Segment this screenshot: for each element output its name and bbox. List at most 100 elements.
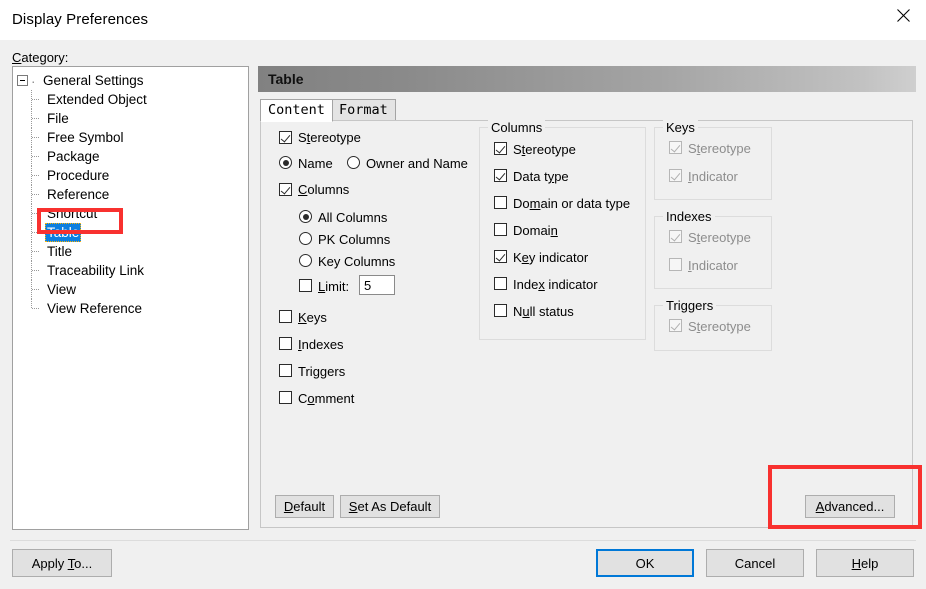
category-label: Category: — [12, 50, 68, 65]
label-columns-null-status: Null status — [513, 304, 574, 319]
sidebar-item-package[interactable]: Package — [13, 147, 248, 166]
checkbox-columns-domain-or-data-type[interactable] — [494, 196, 507, 209]
label-keys-indicator: Indicator — [688, 169, 738, 184]
ok-button[interactable]: OK — [596, 549, 694, 577]
sidebar-item-traceability-link[interactable]: Traceability Link — [13, 261, 248, 280]
section-header-title: Table — [268, 71, 304, 87]
checkbox-indexes-indicator — [669, 258, 682, 271]
triggers-groupbox: Triggers Stereotype — [654, 298, 772, 351]
label-columns-data-type: Data type — [513, 169, 569, 184]
checkbox-indexes[interactable] — [279, 337, 292, 350]
ok-button-label: OK — [635, 555, 655, 571]
sidebar-item-free-symbol[interactable]: Free Symbol — [13, 128, 248, 147]
set-as-default-button-label: Set As Default — [348, 499, 432, 514]
tree-connector — [31, 185, 45, 204]
columns-groupbox-title: Columns — [488, 120, 546, 135]
close-icon-glyph — [896, 9, 910, 22]
label-indexes: Indexes — [298, 337, 344, 352]
checkbox-limit[interactable] — [299, 279, 312, 292]
section-header: Table — [258, 66, 916, 92]
label-owner-and-name: Owner and Name — [366, 156, 468, 171]
sidebar-item-label: Free Symbol — [47, 130, 124, 145]
category-tree[interactable]: · General Settings Extended Object File Free… — [12, 66, 249, 530]
label-triggers-stereotype: Stereotype — [688, 319, 751, 334]
checkbox-keys-indicator — [669, 169, 682, 182]
sidebar-item-view-reference[interactable]: View Reference — [13, 299, 248, 318]
tree-connector — [31, 280, 45, 299]
advanced-button[interactable]: Advanced... — [805, 495, 895, 518]
tree-connector — [31, 242, 45, 261]
checkbox-columns-null-status[interactable] — [494, 304, 507, 317]
checkbox-comment[interactable] — [279, 391, 292, 404]
checkbox-indexes-stereotype — [669, 230, 682, 243]
checkbox-columns-key-indicator[interactable] — [494, 250, 507, 263]
sidebar-item-label: Procedure — [47, 168, 110, 183]
tree-connector — [31, 261, 45, 280]
label-name: Name — [298, 156, 333, 171]
sidebar-item-table[interactable]: Table — [13, 223, 248, 242]
radio-key-columns[interactable] — [299, 254, 312, 267]
label-indexes-stereotype: Stereotype — [688, 230, 751, 245]
sidebar-item-general-settings[interactable]: · General Settings — [13, 71, 248, 90]
apply-to-button[interactable]: Apply To... — [12, 549, 112, 577]
tab-panel-content: Stereotype Name Owner and Name Columns A… — [260, 120, 913, 528]
tree-connector — [31, 204, 45, 223]
sidebar-item-label: Shortcut — [47, 206, 98, 221]
radio-name[interactable] — [279, 156, 292, 169]
label-pk-columns: PK Columns — [318, 232, 391, 247]
checkbox-columns[interactable] — [279, 183, 292, 196]
default-button[interactable]: Default — [275, 495, 334, 518]
sidebar-item-file[interactable]: File — [13, 109, 248, 128]
label-keys: Keys — [298, 310, 327, 325]
limit-input[interactable] — [359, 275, 395, 295]
window-titlebar: Display Preferences — [0, 0, 926, 41]
sidebar-item-title[interactable]: Title — [13, 242, 248, 261]
tree-connector — [31, 166, 45, 185]
radio-all-columns[interactable] — [299, 210, 312, 223]
close-icon[interactable] — [880, 0, 926, 31]
sidebar-item-label: Extended Object — [47, 92, 147, 107]
label-columns-index-indicator: Index indicator — [513, 277, 598, 292]
label-keys-stereotype: Stereotype — [688, 141, 751, 156]
sidebar-item-label: Table — [45, 223, 82, 242]
tab-format[interactable]: Format — [331, 99, 396, 121]
columns-groupbox: Columns Stereotype Data type Domain or dat… — [479, 120, 646, 340]
tree-connector — [31, 223, 45, 242]
tree-connector: · — [31, 73, 36, 89]
checkbox-keys[interactable] — [279, 310, 292, 323]
sidebar-item-procedure[interactable]: Procedure — [13, 166, 248, 185]
checkbox-columns-domain[interactable] — [494, 223, 507, 236]
dialog-body: Category: · General Settings Extended Obje… — [0, 40, 926, 540]
radio-owner-and-name[interactable] — [347, 156, 360, 169]
label-columns: Columns — [298, 182, 350, 197]
checkbox-columns-index-indicator[interactable] — [494, 277, 507, 290]
sidebar-item-shortcut[interactable]: Shortcut — [13, 204, 248, 223]
checkbox-triggers[interactable] — [279, 364, 292, 377]
checkbox-columns-data-type[interactable] — [494, 169, 507, 182]
tree-connector — [31, 299, 45, 318]
sidebar-item-view[interactable]: View — [13, 280, 248, 299]
label-stereotype: Stereotype — [298, 130, 361, 145]
label-comment: Comment — [298, 391, 355, 406]
help-button-label: Help — [851, 555, 879, 571]
sidebar-item-label: View — [47, 282, 77, 297]
sidebar-item-extended-object[interactable]: Extended Object — [13, 90, 248, 109]
label-key-columns: Key Columns — [318, 254, 396, 269]
indexes-groupbox-title: Indexes — [663, 209, 715, 224]
content-area: Table Content Format Stereotype Name Own… — [258, 66, 916, 528]
tab-content[interactable]: Content — [260, 99, 333, 122]
help-button[interactable]: Help — [816, 549, 914, 577]
set-as-default-button[interactable]: Set As Default — [340, 495, 440, 518]
advanced-button-label: Advanced... — [815, 499, 885, 514]
sidebar-item-reference[interactable]: Reference — [13, 185, 248, 204]
indexes-groupbox: Indexes Stereotype Indicator — [654, 209, 772, 289]
cancel-button[interactable]: Cancel — [706, 549, 804, 577]
checkbox-columns-stereotype[interactable] — [494, 142, 507, 155]
sidebar-item-label: Reference — [47, 187, 110, 202]
triggers-groupbox-title: Triggers — [663, 298, 717, 313]
label-columns-stereotype: Stereotype — [513, 142, 576, 157]
tree-collapse-icon[interactable] — [17, 74, 28, 86]
checkbox-stereotype[interactable] — [279, 131, 292, 144]
radio-pk-columns[interactable] — [299, 232, 312, 245]
keys-groupbox: Keys Stereotype Indicator — [654, 120, 772, 200]
